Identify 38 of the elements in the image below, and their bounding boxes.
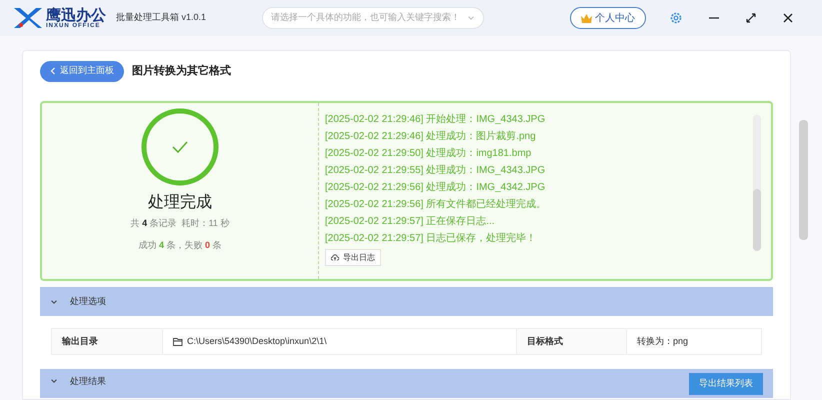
logo-name: 鹰迅办公 (46, 8, 106, 22)
settings-icon[interactable] (670, 12, 682, 24)
table-cell: 输出目录 (52, 329, 162, 354)
dropdown-chevron-icon[interactable] (467, 14, 476, 22)
results-title: 处理结果 (70, 375, 106, 388)
crown-icon (581, 14, 592, 22)
log-line: [2025-02-02 21:29:57] 正在保存日志... (325, 214, 496, 229)
log-line: [2025-02-02 21:29:46] 开始处理：IMG_4343.JPG (325, 112, 546, 127)
user-center-button[interactable]: 个人中心 (570, 7, 646, 29)
product-name: 批量处理工具箱 v1.0.1 (116, 11, 206, 24)
results-header[interactable]: 处理结果 导出结果列表 (40, 369, 773, 398)
log-line: [2025-02-02 21:29:56] 处理成功：IMG_4342.JPG (325, 180, 546, 195)
export-log-button[interactable]: 导出日志 (325, 249, 381, 266)
chevron-left-icon (50, 67, 56, 75)
folder-icon (173, 338, 183, 346)
table-cell: 转换为：png (626, 329, 761, 354)
page-title: 图片转换为其它格式 (132, 64, 231, 79)
result-summary: 共 4 条记录 耗时：11 秒 (130, 217, 230, 230)
log-line: [2025-02-02 21:29:56] 所有文件都已经处理完成。 (325, 198, 548, 212)
search-field[interactable]: 请选择一个具体的功能，也可输入关键字搜索！ (262, 7, 484, 29)
page-scrollbar[interactable] (799, 120, 808, 240)
options-header[interactable]: 处理选项 (40, 287, 773, 316)
close-icon[interactable] (783, 13, 794, 23)
table-cell: 目标格式 (516, 329, 626, 354)
output-path: C:\Users\54390\Desktop\inxun\2\1\ (187, 334, 327, 348)
cloud-icon (331, 254, 339, 261)
result-counts: 成功 4 条，失败 0 条 (138, 238, 222, 252)
success-check-icon (140, 107, 220, 187)
result-title: 处理完成 (148, 192, 212, 213)
logo-icon (12, 6, 42, 30)
scrollbar-thumb[interactable] (753, 189, 761, 251)
log-line: [2025-02-02 21:29:55] 处理成功：IMG_4343.JPG (325, 164, 546, 178)
log-line: [2025-02-02 21:29:57] 日志已保存，处理完毕！ (325, 232, 538, 246)
log-line: [2025-02-02 21:29:46] 处理成功：图片裁剪.png (325, 130, 537, 144)
log-line: [2025-02-02 21:29:50] 处理成功：img181.bmp (325, 146, 532, 161)
back-button[interactable]: 返回到主面板 (40, 60, 124, 82)
maximize-icon[interactable] (746, 13, 756, 23)
options-title: 处理选项 (70, 294, 106, 308)
